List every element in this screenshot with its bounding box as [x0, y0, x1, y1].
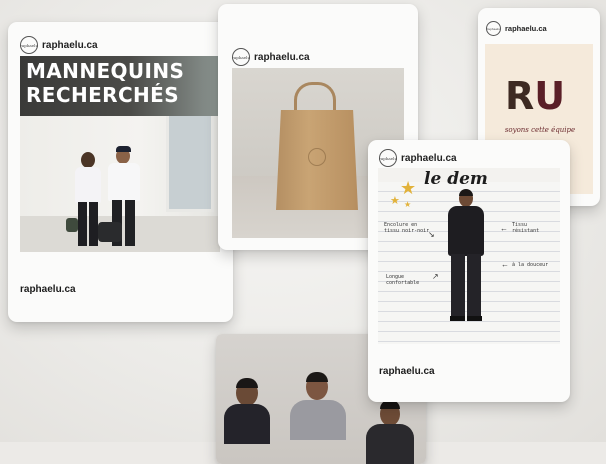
headline-line-2: RECHERCHÉS: [26, 83, 180, 107]
headline-line-1: MANNEQUINS: [26, 59, 185, 83]
brand-logo-icon: raphaelu: [232, 48, 250, 66]
card-brand: raphaelu raphaelu.ca: [232, 48, 310, 66]
casting-headline: MANNEQUINS RECHERCHÉS: [26, 59, 184, 107]
ru-tagline: soyons cette équipe: [504, 126, 576, 134]
brand-name: raphaelu.ca: [254, 51, 310, 63]
annotation-right-1: Tissu résistant: [512, 222, 540, 234]
ru-monogram: RU: [505, 76, 565, 116]
card-brand: raphaelu raphaelu.ca: [379, 149, 457, 167]
post-card-demo[interactable]: raphaelu raphaelu.ca ★ ★ ★ le dem Encolu…: [368, 140, 570, 402]
annotation-left-1: Encolure en tissu noir-noir: [384, 222, 430, 234]
brand-name: raphaelu.ca: [401, 152, 457, 164]
brand-logo-icon: raphaelu: [486, 21, 501, 36]
annotation-right-2: à la douceur: [512, 262, 549, 268]
demo-panel: ★ ★ ★ le dem Encolure en tissu noir-noir…: [378, 168, 560, 344]
card-footer-url: raphaelu.ca: [20, 284, 76, 295]
card-brand: raphaelu raphaelu.ca: [20, 36, 98, 54]
annotation-left-2: Longue confortable: [386, 274, 420, 286]
demo-title: le dem: [424, 169, 488, 189]
bag-logo-icon: [308, 148, 326, 166]
card-footer-url: raphaelu.ca: [379, 366, 435, 377]
card-brand: raphaelu raphaelu.ca: [486, 21, 547, 36]
brand-logo-icon: raphaelu: [20, 36, 38, 54]
arrow-icon: ↘: [428, 230, 435, 239]
casting-photo: MANNEQUINS RECHERCHÉS: [20, 56, 220, 252]
star-icon: ★: [390, 195, 400, 207]
monogram-r: R: [505, 74, 535, 118]
post-card-casting[interactable]: raphaelu raphaelu.ca MANNEQUINS RECHERCH…: [8, 22, 233, 322]
star-icon: ★: [404, 200, 412, 209]
monogram-u: U: [534, 74, 566, 118]
arrow-icon: ←: [500, 224, 508, 233]
arrow-icon: ↗: [432, 272, 439, 281]
star-icon: ★: [400, 178, 417, 198]
brand-name: raphaelu.ca: [42, 39, 98, 51]
brand-name: raphaelu.ca: [505, 24, 547, 33]
brand-logo-icon: raphaelu: [379, 149, 397, 167]
arrow-icon: ←: [501, 260, 509, 269]
